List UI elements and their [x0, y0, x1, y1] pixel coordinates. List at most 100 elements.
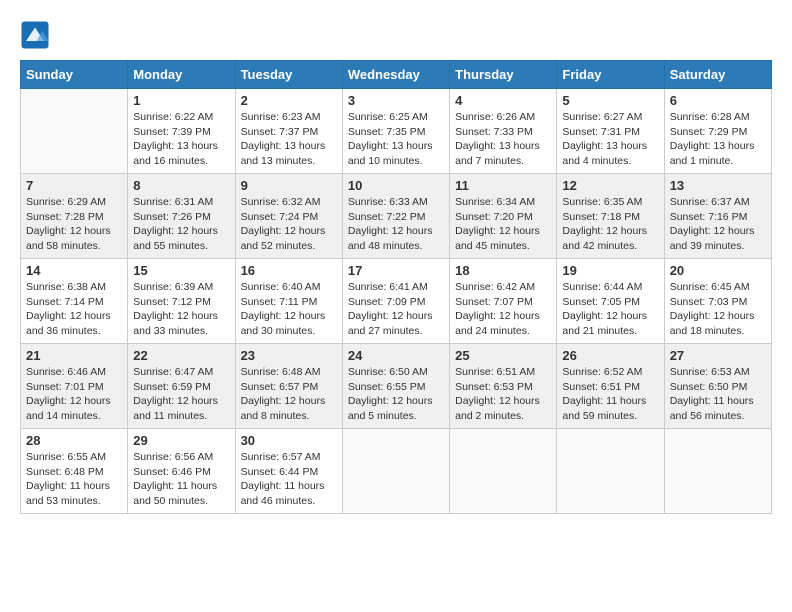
day-number: 2 — [241, 93, 337, 108]
day-info: Sunrise: 6:25 AMSunset: 7:35 PMDaylight:… — [348, 110, 444, 169]
day-number: 13 — [670, 178, 766, 193]
day-number: 14 — [26, 263, 122, 278]
day-info: Sunrise: 6:38 AMSunset: 7:14 PMDaylight:… — [26, 280, 122, 339]
day-info: Sunrise: 6:45 AMSunset: 7:03 PMDaylight:… — [670, 280, 766, 339]
day-info: Sunrise: 6:34 AMSunset: 7:20 PMDaylight:… — [455, 195, 551, 254]
day-info: Sunrise: 6:39 AMSunset: 7:12 PMDaylight:… — [133, 280, 229, 339]
day-number: 12 — [562, 178, 658, 193]
day-number: 19 — [562, 263, 658, 278]
day-number: 24 — [348, 348, 444, 363]
calendar-cell: 1 Sunrise: 6:22 AMSunset: 7:39 PMDaylight… — [128, 89, 235, 174]
day-info: Sunrise: 6:47 AMSunset: 6:59 PMDaylight:… — [133, 365, 229, 424]
calendar-cell: 10 Sunrise: 6:33 AMSunset: 7:22 PMDayligh… — [342, 174, 449, 259]
day-info: Sunrise: 6:33 AMSunset: 7:22 PMDaylight:… — [348, 195, 444, 254]
calendar-cell: 15 Sunrise: 6:39 AMSunset: 7:12 PMDayligh… — [128, 259, 235, 344]
day-number: 9 — [241, 178, 337, 193]
day-number: 7 — [26, 178, 122, 193]
weekday-header-sunday: Sunday — [21, 61, 128, 89]
day-info: Sunrise: 6:57 AMSunset: 6:44 PMDaylight:… — [241, 450, 337, 509]
calendar-cell: 14 Sunrise: 6:38 AMSunset: 7:14 PMDayligh… — [21, 259, 128, 344]
day-info: Sunrise: 6:32 AMSunset: 7:24 PMDaylight:… — [241, 195, 337, 254]
day-info: Sunrise: 6:48 AMSunset: 6:57 PMDaylight:… — [241, 365, 337, 424]
day-number: 29 — [133, 433, 229, 448]
week-row-5: 28 Sunrise: 6:55 AMSunset: 6:48 PMDayligh… — [21, 429, 772, 514]
calendar-cell — [450, 429, 557, 514]
calendar-cell: 25Sunrise: 6:51 AMSunset: 6:53 PMDayligh… — [450, 344, 557, 429]
day-info: Sunrise: 6:40 AMSunset: 7:11 PMDaylight:… — [241, 280, 337, 339]
day-info: Sunrise: 6:44 AMSunset: 7:05 PMDaylight:… — [562, 280, 658, 339]
calendar-cell: 2 Sunrise: 6:23 AMSunset: 7:37 PMDaylight… — [235, 89, 342, 174]
day-info: Sunrise: 6:55 AMSunset: 6:48 PMDaylight:… — [26, 450, 122, 509]
calendar-cell: 8 Sunrise: 6:31 AMSunset: 7:26 PMDaylight… — [128, 174, 235, 259]
day-number: 28 — [26, 433, 122, 448]
day-number: 17 — [348, 263, 444, 278]
calendar-cell: 27 Sunrise: 6:53 AMSunset: 6:50 PMDayligh… — [664, 344, 771, 429]
day-info: Sunrise: 6:28 AMSunset: 7:29 PMDaylight:… — [670, 110, 766, 169]
day-info: Sunrise: 6:23 AMSunset: 7:37 PMDaylight:… — [241, 110, 337, 169]
day-info: Sunrise: 6:31 AMSunset: 7:26 PMDaylight:… — [133, 195, 229, 254]
day-number: 25 — [455, 348, 551, 363]
calendar-cell: 22Sunrise: 6:47 AMSunset: 6:59 PMDayligh… — [128, 344, 235, 429]
day-number: 21 — [26, 348, 122, 363]
calendar-cell: 28 Sunrise: 6:55 AMSunset: 6:48 PMDayligh… — [21, 429, 128, 514]
calendar-cell: 23 Sunrise: 6:48 AMSunset: 6:57 PMDayligh… — [235, 344, 342, 429]
calendar-cell: 4 Sunrise: 6:26 AMSunset: 7:33 PMDaylight… — [450, 89, 557, 174]
day-info: Sunrise: 6:50 AMSunset: 6:55 PMDaylight:… — [348, 365, 444, 424]
calendar-cell: 21 Sunrise: 6:46 AMSunset: 7:01 PMDayligh… — [21, 344, 128, 429]
calendar-cell: 11 Sunrise: 6:34 AMSunset: 7:20 PMDayligh… — [450, 174, 557, 259]
weekday-header-friday: Friday — [557, 61, 664, 89]
calendar-cell: 13 Sunrise: 6:37 AMSunset: 7:16 PMDayligh… — [664, 174, 771, 259]
calendar-cell: 18 Sunrise: 6:42 AMSunset: 7:07 PMDayligh… — [450, 259, 557, 344]
day-info: Sunrise: 6:42 AMSunset: 7:07 PMDaylight:… — [455, 280, 551, 339]
day-number: 30 — [241, 433, 337, 448]
day-number: 23 — [241, 348, 337, 363]
day-number: 26 — [562, 348, 658, 363]
day-number: 1 — [133, 93, 229, 108]
day-number: 8 — [133, 178, 229, 193]
week-row-1: 1 Sunrise: 6:22 AMSunset: 7:39 PMDaylight… — [21, 89, 772, 174]
day-number: 10 — [348, 178, 444, 193]
calendar-cell: 9 Sunrise: 6:32 AMSunset: 7:24 PMDaylight… — [235, 174, 342, 259]
calendar-cell: 26 Sunrise: 6:52 AMSunset: 6:51 PMDayligh… — [557, 344, 664, 429]
day-info: Sunrise: 6:35 AMSunset: 7:18 PMDaylight:… — [562, 195, 658, 254]
day-info: Sunrise: 6:52 AMSunset: 6:51 PMDaylight:… — [562, 365, 658, 424]
calendar-cell: 17Sunrise: 6:41 AMSunset: 7:09 PMDayligh… — [342, 259, 449, 344]
day-number: 15 — [133, 263, 229, 278]
week-row-3: 14 Sunrise: 6:38 AMSunset: 7:14 PMDayligh… — [21, 259, 772, 344]
calendar-cell: 12 Sunrise: 6:35 AMSunset: 7:18 PMDayligh… — [557, 174, 664, 259]
calendar-table: SundayMondayTuesdayWednesdayThursdayFrid… — [20, 60, 772, 514]
day-info: Sunrise: 6:29 AMSunset: 7:28 PMDaylight:… — [26, 195, 122, 254]
day-number: 11 — [455, 178, 551, 193]
calendar-cell: 5Sunrise: 6:27 AMSunset: 7:31 PMDaylight… — [557, 89, 664, 174]
calendar-cell: 24 Sunrise: 6:50 AMSunset: 6:55 PMDayligh… — [342, 344, 449, 429]
day-info: Sunrise: 6:37 AMSunset: 7:16 PMDaylight:… — [670, 195, 766, 254]
weekday-header-thursday: Thursday — [450, 61, 557, 89]
calendar-cell — [664, 429, 771, 514]
calendar-cell — [557, 429, 664, 514]
weekday-header-tuesday: Tuesday — [235, 61, 342, 89]
calendar-cell: 7 Sunrise: 6:29 AMSunset: 7:28 PMDaylight… — [21, 174, 128, 259]
weekday-header-monday: Monday — [128, 61, 235, 89]
day-info: Sunrise: 6:27 AMSunset: 7:31 PMDaylight:… — [562, 110, 658, 169]
day-number: 18 — [455, 263, 551, 278]
day-number: 3 — [348, 93, 444, 108]
calendar-cell: 3 Sunrise: 6:25 AMSunset: 7:35 PMDaylight… — [342, 89, 449, 174]
calendar-cell — [342, 429, 449, 514]
day-number: 4 — [455, 93, 551, 108]
calendar-cell: 30 Sunrise: 6:57 AMSunset: 6:44 PMDayligh… — [235, 429, 342, 514]
logo-icon — [20, 20, 50, 50]
week-row-4: 21 Sunrise: 6:46 AMSunset: 7:01 PMDayligh… — [21, 344, 772, 429]
page-header — [20, 20, 772, 50]
calendar-cell: 29Sunrise: 6:56 AMSunset: 6:46 PMDayligh… — [128, 429, 235, 514]
day-info: Sunrise: 6:53 AMSunset: 6:50 PMDaylight:… — [670, 365, 766, 424]
day-number: 27 — [670, 348, 766, 363]
day-info: Sunrise: 6:46 AMSunset: 7:01 PMDaylight:… — [26, 365, 122, 424]
calendar-cell: 19 Sunrise: 6:44 AMSunset: 7:05 PMDayligh… — [557, 259, 664, 344]
calendar-cell: 20Sunrise: 6:45 AMSunset: 7:03 PMDayligh… — [664, 259, 771, 344]
day-info: Sunrise: 6:26 AMSunset: 7:33 PMDaylight:… — [455, 110, 551, 169]
calendar-cell — [21, 89, 128, 174]
day-info: Sunrise: 6:22 AMSunset: 7:39 PMDaylight:… — [133, 110, 229, 169]
day-number: 6 — [670, 93, 766, 108]
logo — [20, 20, 52, 50]
weekday-header-saturday: Saturday — [664, 61, 771, 89]
